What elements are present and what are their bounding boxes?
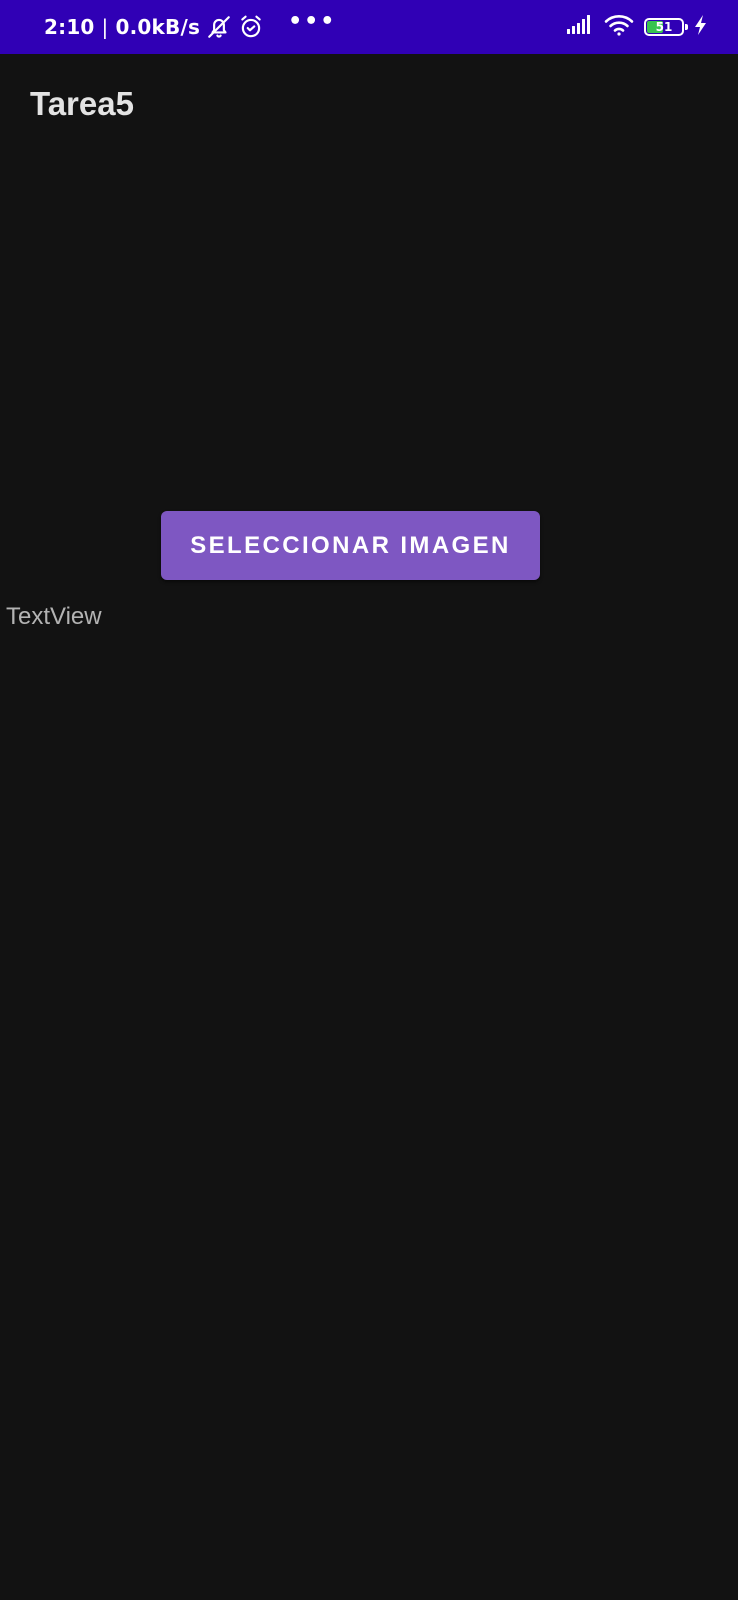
charging-icon (694, 14, 708, 41)
more-icon: ••• (288, 9, 337, 34)
signal-icon (566, 14, 594, 41)
bell-off-icon (206, 14, 232, 40)
status-left-group: 2:10 | 0.0kB/s ••• (44, 0, 336, 54)
alarm-icon (238, 14, 264, 40)
text-view: TextView (6, 603, 102, 630)
battery-icon: 51 (644, 18, 688, 36)
battery-level: 51 (655, 20, 673, 34)
network-speed: 0.0kB/s (115, 15, 201, 39)
status-right-group: 51 (566, 0, 708, 54)
status-time: 2:10 (44, 15, 95, 39)
app-title: Tarea5 (30, 85, 134, 122)
status-bar: 2:10 | 0.0kB/s ••• 51 (0, 0, 738, 54)
wifi-icon (604, 13, 634, 42)
select-image-button[interactable]: SELECCIONAR IMAGEN (161, 511, 540, 580)
status-separator: | (101, 15, 109, 39)
